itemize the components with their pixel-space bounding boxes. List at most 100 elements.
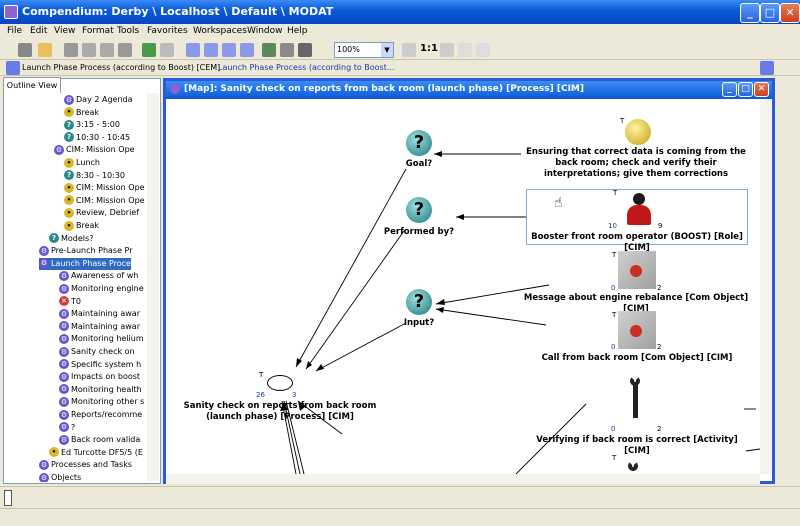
- focus-icon[interactable]: [476, 43, 490, 57]
- question-icon-input[interactable]: ?: [406, 289, 432, 315]
- node-booster-t: T: [613, 189, 618, 197]
- menu-favorites[interactable]: Favorites: [147, 26, 188, 36]
- node-sanity-label[interactable]: Sanity check on reports from back room (…: [168, 401, 392, 423]
- open-icon[interactable]: [38, 43, 52, 57]
- outline-scrollbar[interactable]: [147, 93, 159, 481]
- node-input-label[interactable]: Input?: [386, 318, 452, 329]
- menu-view[interactable]: View: [54, 26, 75, 36]
- outline-item[interactable]: ⚙ Day 2 Agenda: [64, 94, 133, 106]
- handshake-icon-2[interactable]: [618, 311, 656, 349]
- delete-icon[interactable]: [118, 43, 132, 57]
- wrench-icon[interactable]: [622, 376, 648, 422]
- forward-history-icon[interactable]: [760, 61, 774, 75]
- outline-item[interactable]: • Break: [64, 107, 99, 119]
- outline-item[interactable]: ⚙ Back room valida: [59, 434, 140, 446]
- last-icon[interactable]: [240, 43, 254, 57]
- wrench-icon-2[interactable]: [626, 459, 644, 474]
- outline-item[interactable]: ⚙?: [59, 422, 75, 434]
- node-call-label[interactable]: Call from back room [Com Object] [CIM]: [526, 353, 748, 364]
- fit-page-icon[interactable]: [458, 43, 472, 57]
- map-canvas[interactable]: T Ensuring that correct data is coming f…: [166, 99, 760, 474]
- status-handle[interactable]: [4, 490, 12, 506]
- outline-item[interactable]: • Break: [64, 220, 99, 232]
- node-ensuring-label[interactable]: Ensuring that correct data is coming fro…: [521, 147, 751, 180]
- outline-item[interactable]: ? Models?: [49, 233, 93, 245]
- outline-item[interactable]: ⚙ Impacts on boost: [59, 371, 140, 383]
- menu-file[interactable]: File: [7, 26, 22, 36]
- outline-item[interactable]: ⚙ Awareness of wh: [59, 270, 138, 282]
- breadcrumb-item-1[interactable]: Launch Phase Process (according to Boost…: [22, 63, 220, 72]
- outline-item[interactable]: ⚙ Monitoring health: [59, 384, 142, 396]
- menu-edit[interactable]: Edit: [30, 26, 47, 36]
- image-icon[interactable]: [262, 43, 276, 57]
- outline-item[interactable]: • Ed Turcotte DF5/5 (E: [49, 447, 143, 459]
- lightbulb-icon[interactable]: [625, 119, 651, 145]
- outline-item[interactable]: ⚙ Monitoring other s: [59, 396, 144, 408]
- tab-outline-view[interactable]: Outline View: [3, 77, 61, 93]
- outline-item[interactable]: ⚙ Specific system h: [59, 359, 141, 371]
- outline-item[interactable]: ⚙ Launch Phase Proce: [39, 257, 131, 270]
- map-restore-button[interactable]: □: [738, 82, 753, 97]
- menu-window[interactable]: Window: [247, 26, 283, 36]
- outline-item-label: Maintaining awar: [71, 309, 140, 319]
- outline-item[interactable]: • CIM: Mission Ope: [64, 182, 145, 194]
- outline-item[interactable]: ? 10:30 - 10:45: [64, 132, 130, 144]
- question-icon-goal[interactable]: ?: [406, 130, 432, 156]
- node-verifying-label[interactable]: Verifying if back room is correct [Activ…: [526, 435, 748, 457]
- outline-item[interactable]: ⚙ Pre-Launch Phase Pr: [39, 245, 133, 257]
- handshake-icon[interactable]: [618, 251, 656, 289]
- zoom-value: 100%: [337, 45, 360, 54]
- next-icon[interactable]: [222, 43, 236, 57]
- zoom-out-icon[interactable]: [402, 43, 416, 57]
- menu-help[interactable]: Help: [287, 26, 308, 36]
- outline-item[interactable]: ? 8:30 - 10:30: [64, 170, 125, 182]
- search-icon[interactable]: [280, 43, 294, 57]
- question-icon-performed[interactable]: ?: [406, 197, 432, 223]
- outline-item[interactable]: • Review, Debrief: [64, 207, 139, 219]
- zoom-1to1-button[interactable]: 1:1: [420, 43, 438, 54]
- forward-icon[interactable]: [204, 43, 218, 57]
- question-icon: ?: [49, 233, 59, 244]
- outline-item[interactable]: ⚙ Sanity check on: [59, 346, 135, 358]
- new-icon[interactable]: [18, 43, 32, 57]
- outline-item[interactable]: ? 3:15 - 5:00: [64, 119, 120, 131]
- outline-item[interactable]: ⚙ Monitoring engine: [59, 283, 144, 295]
- undo-icon[interactable]: [142, 43, 156, 57]
- outline-item-label: 8:30 - 10:30: [76, 170, 125, 180]
- back-icon[interactable]: [186, 43, 200, 57]
- paste-icon[interactable]: [100, 43, 114, 57]
- outline-item[interactable]: ⚙ Maintaining awar: [59, 308, 140, 320]
- outline-item[interactable]: ⚙ Reports/recomme: [59, 409, 142, 421]
- menu-workspaces[interactable]: Workspaces: [193, 26, 247, 36]
- menu-format[interactable]: Format: [82, 26, 114, 36]
- redo-icon[interactable]: [160, 43, 174, 57]
- outline-item-label: Models?: [61, 233, 94, 243]
- map-vertical-scrollbar[interactable]: [760, 99, 772, 474]
- outline-item[interactable]: ⚙ Maintaining awar: [59, 321, 140, 333]
- outline-item[interactable]: ⚙ Processes and Tasks: [39, 459, 132, 471]
- map-close-button[interactable]: ✕: [754, 82, 769, 97]
- cut-icon[interactable]: [64, 43, 78, 57]
- person-icon[interactable]: [621, 191, 657, 227]
- menu-tools[interactable]: Tools: [117, 26, 139, 36]
- map-minimize-button[interactable]: _: [722, 82, 737, 97]
- zoom-select[interactable]: 100% ▼: [334, 42, 394, 58]
- help-pointer-icon[interactable]: [298, 43, 312, 57]
- map-horizontal-scrollbar[interactable]: [166, 474, 760, 484]
- copy-icon[interactable]: [82, 43, 96, 57]
- outline-item[interactable]: ⚙ Monitoring helium: [59, 333, 144, 345]
- outline-item[interactable]: ⚙ CIM: Mission Ope: [54, 144, 135, 156]
- node-goal-label[interactable]: Goal?: [386, 159, 452, 170]
- outline-item[interactable]: ✕ T0: [59, 296, 81, 308]
- outline-item[interactable]: ⚙ Objects: [39, 472, 81, 482]
- back-history-icon[interactable]: [6, 61, 20, 75]
- close-button[interactable]: ✕: [780, 3, 800, 23]
- node-performed-label[interactable]: Performed by?: [376, 227, 462, 238]
- process-node-icon[interactable]: [267, 375, 293, 391]
- minimize-button[interactable]: _: [740, 3, 760, 23]
- outline-item[interactable]: • Lunch: [64, 157, 100, 169]
- maximize-button[interactable]: □: [760, 3, 780, 23]
- outline-item[interactable]: • CIM: Mission Ope: [64, 195, 145, 207]
- zoom-in-icon[interactable]: [440, 43, 454, 57]
- breadcrumb-item-2[interactable]: Launch Phase Process (according to Boost…: [218, 63, 394, 72]
